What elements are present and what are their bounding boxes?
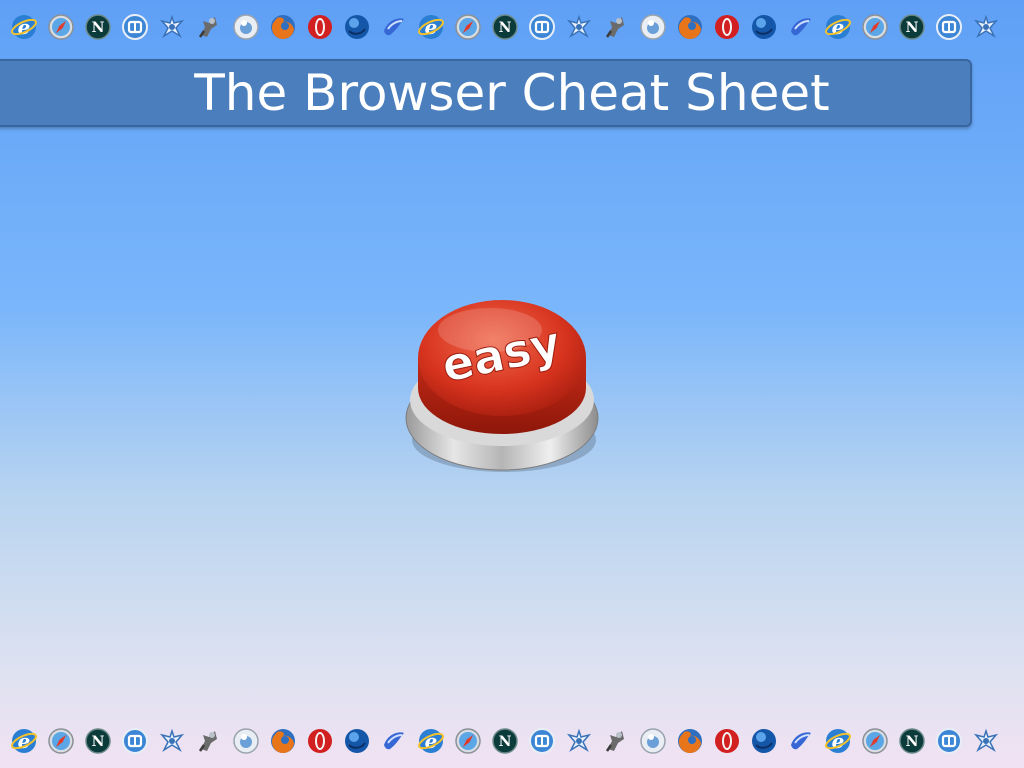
galeon-browser-icon <box>973 14 999 39</box>
netscape-browser-icon: N <box>899 728 925 754</box>
svg-text:e: e <box>18 729 31 753</box>
netscape-browser-icon: N <box>899 14 925 40</box>
svg-text:e: e <box>425 729 438 753</box>
netscape-browser-icon: N <box>85 14 111 40</box>
galeon-browser-icon <box>566 728 592 753</box>
konqueror-browser-icon <box>640 728 666 754</box>
svg-text:N: N <box>906 20 919 36</box>
maxthon-browser-icon <box>936 14 962 40</box>
epiphany-browser-icon <box>605 731 624 752</box>
maxthon-browser-icon <box>529 728 555 754</box>
firefox-browser-icon <box>678 15 702 40</box>
galeon-browser-icon <box>159 14 185 39</box>
opera-browser-icon <box>308 729 332 753</box>
safari-browser-icon <box>455 728 481 754</box>
ie-browser-icon: e <box>825 729 851 753</box>
maxthon-browser-icon <box>122 728 148 754</box>
svg-text:N: N <box>499 734 512 750</box>
svg-text:e: e <box>832 15 845 39</box>
firefox-browser-icon <box>271 15 295 40</box>
maxthon-browser-icon <box>936 728 962 754</box>
svg-text:e: e <box>425 15 438 39</box>
epiphany-browser-icon <box>198 17 217 38</box>
netscape-browser-icon: N <box>85 728 111 754</box>
ie-browser-icon: e <box>11 729 37 753</box>
netscape-browser-icon: N <box>492 14 518 40</box>
svg-text:N: N <box>92 20 105 36</box>
ie-browser-icon: e <box>11 15 37 39</box>
safari-browser-icon <box>862 14 888 40</box>
firefox-browser-icon <box>678 729 702 754</box>
flock-browser-icon <box>791 732 811 750</box>
opera-browser-icon <box>715 729 739 753</box>
seamonkey-browser-icon <box>752 729 776 753</box>
netscape-browser-icon: N <box>492 728 518 754</box>
seamonkey-browser-icon <box>752 15 776 39</box>
opera-browser-icon <box>715 15 739 39</box>
firefox-browser-icon <box>271 729 295 754</box>
konqueror-browser-icon <box>640 14 666 40</box>
svg-text:e: e <box>832 729 845 753</box>
svg-text:e: e <box>18 15 31 39</box>
safari-browser-icon <box>862 728 888 754</box>
maxthon-browser-icon <box>529 14 555 40</box>
ie-browser-icon: e <box>825 15 851 39</box>
galeon-browser-icon <box>566 14 592 39</box>
epiphany-browser-icon <box>198 731 217 752</box>
browser-icon-strip-top: e Ne Ne N <box>0 7 1024 47</box>
svg-text:N: N <box>92 734 105 750</box>
epiphany-browser-icon <box>605 17 624 38</box>
konqueror-browser-icon <box>233 728 259 754</box>
galeon-browser-icon <box>159 728 185 753</box>
ie-browser-icon: e <box>418 729 444 753</box>
flock-browser-icon <box>791 18 811 36</box>
svg-text:N: N <box>906 734 919 750</box>
seamonkey-browser-icon <box>345 15 369 39</box>
safari-browser-icon <box>48 14 74 40</box>
easy-button-image: easy <box>405 300 599 472</box>
opera-browser-icon <box>308 15 332 39</box>
browser-icon-strip-bottom: e Ne Ne N <box>0 721 1024 761</box>
maxthon-browser-icon <box>122 14 148 40</box>
seamonkey-browser-icon <box>345 729 369 753</box>
flock-browser-icon <box>384 18 404 36</box>
galeon-browser-icon <box>973 728 999 753</box>
flock-browser-icon <box>384 732 404 750</box>
slide-title: The Browser Cheat Sheet <box>194 64 830 122</box>
svg-text:N: N <box>499 20 512 36</box>
konqueror-browser-icon <box>233 14 259 40</box>
safari-browser-icon <box>48 728 74 754</box>
ie-browser-icon: e <box>418 15 444 39</box>
safari-browser-icon <box>455 14 481 40</box>
